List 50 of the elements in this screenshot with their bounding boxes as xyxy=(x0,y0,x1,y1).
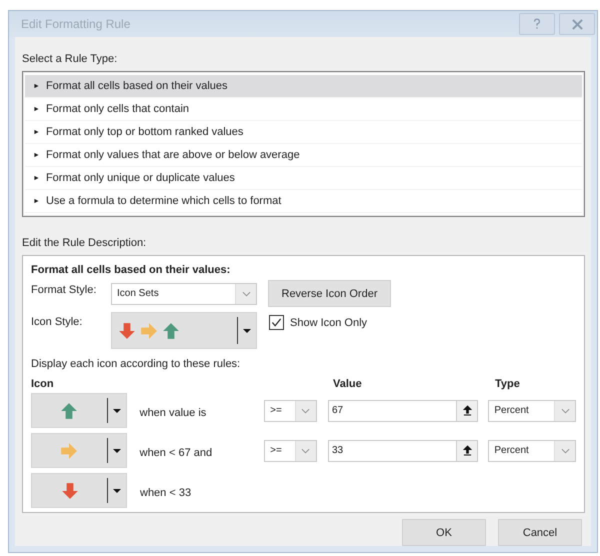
value-field[interactable]: 67 xyxy=(328,400,478,422)
dialog-button[interactable]: Cancel xyxy=(498,519,582,546)
caret-icon xyxy=(112,448,121,452)
chevron-icon xyxy=(301,408,310,414)
arrow-down-icon xyxy=(60,482,78,500)
chevron-icon xyxy=(242,290,250,296)
caret-icon xyxy=(243,328,251,332)
operator-dropdown[interactable]: >= xyxy=(264,400,317,422)
caret-icon xyxy=(112,408,121,412)
checkbox[interactable] xyxy=(269,315,284,330)
dialog-button[interactable]: OK xyxy=(402,519,486,546)
upload-arrow-icon xyxy=(462,405,472,416)
help-icon xyxy=(533,18,541,30)
arrow-right-icon xyxy=(140,322,158,340)
operator-dropdown[interactable]: >= xyxy=(264,440,317,462)
chevron-icon xyxy=(301,448,310,454)
chevron-icon xyxy=(560,448,570,454)
icon-dropdown[interactable] xyxy=(31,433,127,468)
instruction-text: Display each icon according to these rules: xyxy=(31,358,242,370)
icon-dropdown[interactable] xyxy=(31,473,127,508)
type-dropdown[interactable]: Percent xyxy=(488,440,576,462)
field-label: Format Style: xyxy=(31,283,98,296)
window-title: Edit Formatting Rule xyxy=(21,17,130,31)
section-label: Select a Rule Type: xyxy=(22,53,118,65)
icon-dropdown[interactable] xyxy=(111,312,257,349)
icon-dropdown[interactable] xyxy=(31,393,127,428)
column-header: Icon xyxy=(31,378,55,392)
format-style-dropdown[interactable]: Icon Sets xyxy=(111,282,257,304)
chevron-icon xyxy=(560,408,570,414)
help-button[interactable] xyxy=(519,13,555,35)
arrow-up-icon xyxy=(162,322,180,340)
field-label: Icon Style: xyxy=(31,315,84,328)
close-button[interactable] xyxy=(559,13,595,35)
description-heading: Format all cells based on their values: xyxy=(31,264,232,276)
caret-icon xyxy=(113,488,121,492)
type-dropdown[interactable]: Percent xyxy=(488,400,576,422)
condition-text: when value is xyxy=(138,406,208,418)
upload-arrow-icon xyxy=(462,445,472,456)
column-header: Value xyxy=(333,378,363,392)
arrow-up-icon xyxy=(60,402,78,420)
condition-text: when < 33 xyxy=(139,486,192,498)
arrow-down-icon xyxy=(118,322,136,340)
section-label: Edit the Rule Description: xyxy=(22,237,148,249)
checkbox-label: Show Icon Only xyxy=(290,316,368,328)
value-field[interactable]: 33 xyxy=(328,440,478,462)
close-icon xyxy=(572,18,582,30)
reverse-icon-order-button[interactable]: Reverse Icon Order xyxy=(268,280,391,307)
arrow-right-icon xyxy=(60,442,78,460)
condition-text: when < 67 and xyxy=(138,446,214,458)
column-header: Type xyxy=(495,378,520,392)
